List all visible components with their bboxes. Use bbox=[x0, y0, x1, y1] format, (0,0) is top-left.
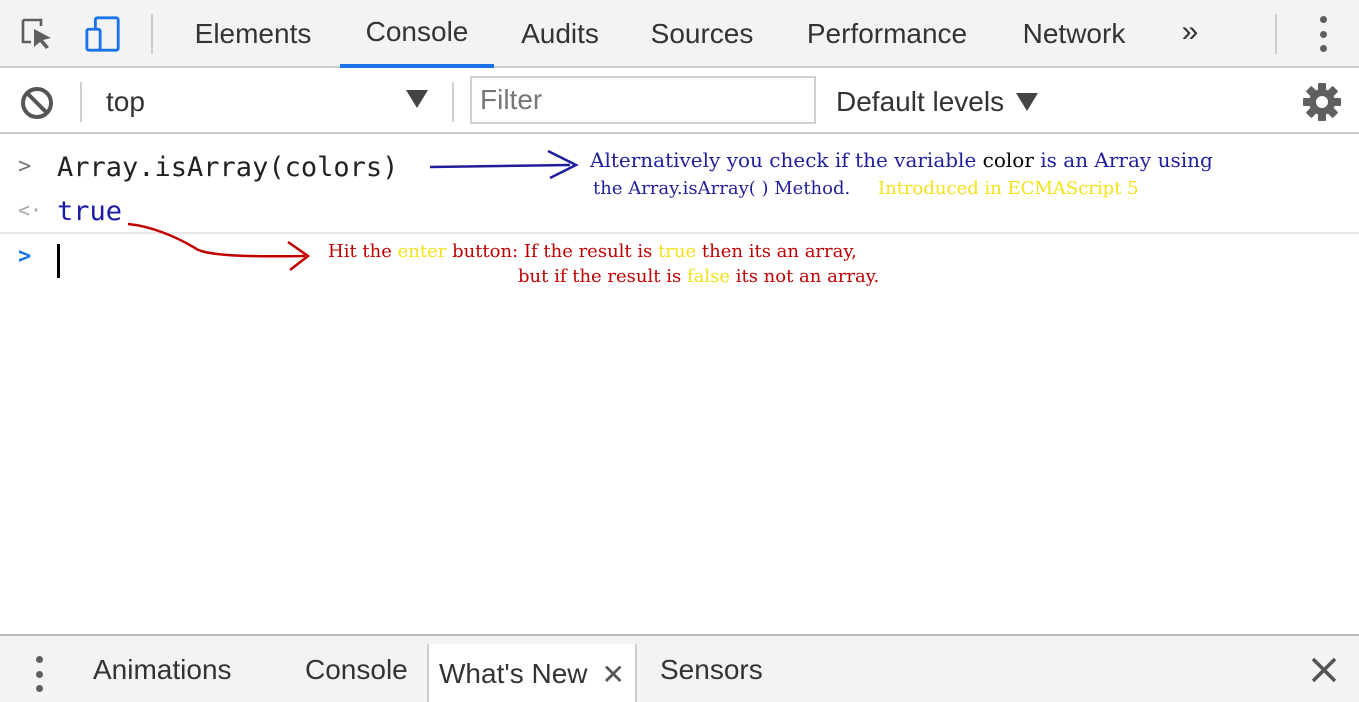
toolbar-divider bbox=[452, 82, 454, 122]
toolbar-divider bbox=[1275, 14, 1277, 54]
filter-input[interactable] bbox=[470, 76, 816, 124]
device-toolbar-icon[interactable] bbox=[84, 14, 122, 54]
drawer-tab-whats-new[interactable]: What's New ✕ bbox=[427, 644, 637, 702]
drawer-tab-animations[interactable]: Animations bbox=[93, 636, 232, 702]
log-levels-dropdown[interactable]: Default levels bbox=[836, 80, 1039, 124]
context-value: top bbox=[106, 86, 145, 117]
tab-performance[interactable]: Performance bbox=[790, 0, 984, 68]
devtools-tab-bar: Elements Console Audits Sources Performa… bbox=[0, 0, 1359, 68]
drawer-tab-sensors[interactable]: Sensors bbox=[660, 636, 763, 702]
drawer-tab-bar: Animations Console What's New ✕ Sensors bbox=[0, 634, 1359, 702]
console-output: > Array.isArray(colors) <· true > Altern… bbox=[0, 136, 1359, 634]
kebab-menu-icon[interactable] bbox=[1306, 12, 1340, 56]
tab-network[interactable]: Network bbox=[1004, 0, 1144, 68]
annotation-blue-line2: the Array.isArray( ) Method. bbox=[593, 178, 851, 199]
gear-icon[interactable] bbox=[1302, 82, 1342, 122]
annotation-red-line1: Hit the enter button: If the result is t… bbox=[328, 241, 857, 262]
inspect-element-icon[interactable] bbox=[18, 14, 56, 54]
tab-audits[interactable]: Audits bbox=[504, 0, 616, 68]
dropdown-arrow-icon bbox=[1016, 93, 1039, 111]
levels-label: Default levels bbox=[836, 86, 1005, 117]
tab-sources[interactable]: Sources bbox=[636, 0, 768, 68]
close-tab-icon[interactable]: ✕ bbox=[602, 658, 625, 691]
drawer-tab-console[interactable]: Console bbox=[305, 636, 408, 702]
more-tabs-chevron-icon[interactable]: » bbox=[1172, 12, 1208, 52]
kebab-menu-icon[interactable] bbox=[32, 656, 46, 692]
annotation-yellow-note: Introduced in ECMAScript 5 bbox=[878, 178, 1139, 199]
annotation-red-line2: but if the result is false its not an ar… bbox=[518, 266, 880, 287]
toolbar-divider bbox=[80, 82, 82, 122]
close-drawer-icon[interactable] bbox=[1306, 652, 1342, 688]
context-selector[interactable]: top bbox=[94, 80, 440, 124]
dropdown-arrow-icon bbox=[406, 90, 428, 108]
console-toolbar: top Default levels bbox=[0, 70, 1359, 134]
clear-console-icon[interactable] bbox=[18, 84, 56, 122]
tab-console[interactable]: Console bbox=[340, 0, 494, 68]
drawer-tab-label: What's New bbox=[439, 658, 588, 689]
annotation-blue-line1: Alternatively you check if the variable … bbox=[590, 148, 1213, 172]
toolbar-divider bbox=[151, 14, 153, 54]
tab-elements[interactable]: Elements bbox=[176, 0, 330, 68]
